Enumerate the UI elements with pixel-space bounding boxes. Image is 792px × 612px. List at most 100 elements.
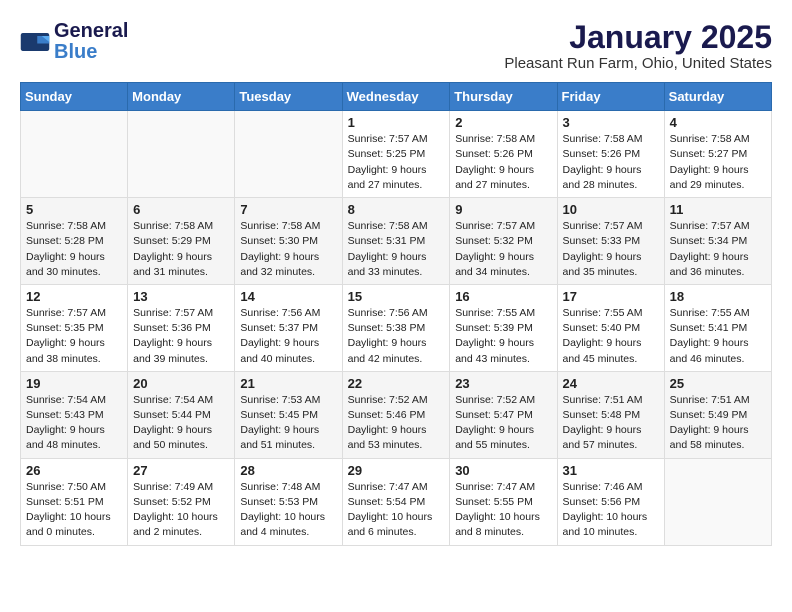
calendar-cell: 20 Sunrise: 7:54 AM Sunset: 5:44 PM Dayli… [128, 371, 235, 458]
week-row-0: 1 Sunrise: 7:57 AM Sunset: 5:25 PM Daylig… [21, 111, 772, 198]
column-header-saturday: Saturday [664, 83, 771, 111]
day-number: 20 [133, 376, 229, 391]
day-number: 1 [348, 115, 445, 130]
week-row-2: 12 Sunrise: 7:57 AM Sunset: 5:35 PM Dayli… [21, 284, 772, 371]
day-info: Sunrise: 7:56 AM Sunset: 5:38 PM Dayligh… [348, 306, 445, 367]
calendar-cell: 30 Sunrise: 7:47 AM Sunset: 5:55 PM Dayli… [450, 458, 557, 545]
day-number: 12 [26, 289, 122, 304]
week-row-1: 5Sunrise: 7:58 AM Sunset: 5:28 PM Daylig… [21, 198, 772, 285]
column-header-tuesday: Tuesday [235, 83, 342, 111]
day-number: 22 [348, 376, 445, 391]
calendar-cell: 25 Sunrise: 7:51 AM Sunset: 5:49 PM Dayli… [664, 371, 771, 458]
calendar-cell: 10 Sunrise: 7:57 AM Sunset: 5:33 PM Dayli… [557, 198, 664, 285]
calendar-cell: 7 Sunrise: 7:58 AM Sunset: 5:30 PM Daylig… [235, 198, 342, 285]
calendar-cell: 13 Sunrise: 7:57 AM Sunset: 5:36 PM Dayli… [128, 284, 235, 371]
day-info: Sunrise: 7:58 AM Sunset: 5:27 PM Dayligh… [670, 132, 766, 193]
day-number: 26 [26, 463, 122, 478]
day-number: 15 [348, 289, 445, 304]
week-row-3: 19 Sunrise: 7:54 AM Sunset: 5:43 PM Dayli… [21, 371, 772, 458]
calendar-cell: 16Sunrise: 7:55 AM Sunset: 5:39 PM Dayli… [450, 284, 557, 371]
calendar-cell: 4 Sunrise: 7:58 AM Sunset: 5:27 PM Daylig… [664, 111, 771, 198]
day-number: 25 [670, 376, 766, 391]
day-number: 19 [26, 376, 122, 391]
day-info: Sunrise: 7:58 AM Sunset: 5:30 PM Dayligh… [240, 219, 336, 280]
day-info: Sunrise: 7:47 AM Sunset: 5:54 PM Dayligh… [348, 480, 445, 541]
day-info: Sunrise: 7:57 AM Sunset: 5:32 PM Dayligh… [455, 219, 551, 280]
calendar-cell: 15 Sunrise: 7:56 AM Sunset: 5:38 PM Dayli… [342, 284, 450, 371]
calendar-cell [664, 458, 771, 545]
day-number: 8 [348, 202, 445, 217]
logo: General Blue [20, 20, 128, 62]
day-info: Sunrise: 7:51 AM Sunset: 5:48 PM Dayligh… [563, 393, 659, 454]
day-info: Sunrise: 7:57 AM Sunset: 5:35 PM Dayligh… [26, 306, 122, 367]
day-info: Sunrise: 7:54 AM Sunset: 5:44 PM Dayligh… [133, 393, 229, 454]
calendar-header: SundayMondayTuesdayWednesdayThursdayFrid… [21, 83, 772, 111]
day-info: Sunrise: 7:58 AM Sunset: 5:29 PM Dayligh… [133, 219, 229, 280]
calendar-cell: 28Sunrise: 7:48 AM Sunset: 5:53 PM Dayli… [235, 458, 342, 545]
logo-icon [20, 33, 50, 51]
calendar-cell: 18Sunrise: 7:55 AM Sunset: 5:41 PM Dayli… [664, 284, 771, 371]
day-info: Sunrise: 7:55 AM Sunset: 5:40 PM Dayligh… [563, 306, 659, 367]
day-number: 2 [455, 115, 551, 130]
day-info: Sunrise: 7:47 AM Sunset: 5:55 PM Dayligh… [455, 480, 551, 541]
day-info: Sunrise: 7:57 AM Sunset: 5:36 PM Dayligh… [133, 306, 229, 367]
column-header-monday: Monday [128, 83, 235, 111]
column-header-friday: Friday [557, 83, 664, 111]
calendar-cell: 5Sunrise: 7:58 AM Sunset: 5:28 PM Daylig… [21, 198, 128, 285]
day-number: 13 [133, 289, 229, 304]
calendar-cell: 22 Sunrise: 7:52 AM Sunset: 5:46 PM Dayli… [342, 371, 450, 458]
page-header: General Blue January 2025 Pleasant Run F… [20, 20, 772, 72]
calendar-table: SundayMondayTuesdayWednesdayThursdayFrid… [20, 82, 772, 545]
column-header-wednesday: Wednesday [342, 83, 450, 111]
day-number: 29 [348, 463, 445, 478]
calendar-cell: 23Sunrise: 7:52 AM Sunset: 5:47 PM Dayli… [450, 371, 557, 458]
day-info: Sunrise: 7:52 AM Sunset: 5:47 PM Dayligh… [455, 393, 551, 454]
calendar-cell: 12 Sunrise: 7:57 AM Sunset: 5:35 PM Dayli… [21, 284, 128, 371]
day-info: Sunrise: 7:46 AM Sunset: 5:56 PM Dayligh… [563, 480, 659, 541]
day-number: 21 [240, 376, 336, 391]
calendar-cell: 19 Sunrise: 7:54 AM Sunset: 5:43 PM Dayli… [21, 371, 128, 458]
column-header-thursday: Thursday [450, 83, 557, 111]
location: Pleasant Run Farm, Ohio, United States [504, 55, 772, 72]
calendar-cell: 31 Sunrise: 7:46 AM Sunset: 5:56 PM Dayli… [557, 458, 664, 545]
day-info: Sunrise: 7:55 AM Sunset: 5:39 PM Dayligh… [455, 306, 551, 367]
day-number: 5 [26, 202, 122, 217]
day-number: 31 [563, 463, 659, 478]
day-number: 3 [563, 115, 659, 130]
calendar-cell: 11Sunrise: 7:57 AM Sunset: 5:34 PM Dayli… [664, 198, 771, 285]
calendar-cell: 3 Sunrise: 7:58 AM Sunset: 5:26 PM Daylig… [557, 111, 664, 198]
header-row: SundayMondayTuesdayWednesdayThursdayFrid… [21, 83, 772, 111]
calendar-cell: 21 Sunrise: 7:53 AM Sunset: 5:45 PM Dayli… [235, 371, 342, 458]
calendar-cell: 8Sunrise: 7:58 AM Sunset: 5:31 PM Daylig… [342, 198, 450, 285]
day-info: Sunrise: 7:51 AM Sunset: 5:49 PM Dayligh… [670, 393, 766, 454]
week-row-4: 26 Sunrise: 7:50 AM Sunset: 5:51 PM Dayli… [21, 458, 772, 545]
day-info: Sunrise: 7:57 AM Sunset: 5:25 PM Dayligh… [348, 132, 445, 193]
day-number: 4 [670, 115, 766, 130]
calendar-cell: 1 Sunrise: 7:57 AM Sunset: 5:25 PM Daylig… [342, 111, 450, 198]
day-info: Sunrise: 7:58 AM Sunset: 5:26 PM Dayligh… [455, 132, 551, 193]
calendar-cell: 24Sunrise: 7:51 AM Sunset: 5:48 PM Dayli… [557, 371, 664, 458]
calendar-cell: 14Sunrise: 7:56 AM Sunset: 5:37 PM Dayli… [235, 284, 342, 371]
calendar-cell: 26 Sunrise: 7:50 AM Sunset: 5:51 PM Dayli… [21, 458, 128, 545]
day-info: Sunrise: 7:57 AM Sunset: 5:33 PM Dayligh… [563, 219, 659, 280]
calendar-cell: 6Sunrise: 7:58 AM Sunset: 5:29 PM Daylig… [128, 198, 235, 285]
day-info: Sunrise: 7:49 AM Sunset: 5:52 PM Dayligh… [133, 480, 229, 541]
day-info: Sunrise: 7:56 AM Sunset: 5:37 PM Dayligh… [240, 306, 336, 367]
day-info: Sunrise: 7:54 AM Sunset: 5:43 PM Dayligh… [26, 393, 122, 454]
calendar-cell [21, 111, 128, 198]
calendar-cell [128, 111, 235, 198]
day-info: Sunrise: 7:52 AM Sunset: 5:46 PM Dayligh… [348, 393, 445, 454]
day-number: 9 [455, 202, 551, 217]
day-info: Sunrise: 7:55 AM Sunset: 5:41 PM Dayligh… [670, 306, 766, 367]
calendar-cell: 9 Sunrise: 7:57 AM Sunset: 5:32 PM Daylig… [450, 198, 557, 285]
calendar-cell [235, 111, 342, 198]
day-number: 28 [240, 463, 336, 478]
calendar-cell: 27Sunrise: 7:49 AM Sunset: 5:52 PM Dayli… [128, 458, 235, 545]
day-info: Sunrise: 7:58 AM Sunset: 5:26 PM Dayligh… [563, 132, 659, 193]
day-number: 7 [240, 202, 336, 217]
day-number: 10 [563, 202, 659, 217]
day-number: 30 [455, 463, 551, 478]
day-info: Sunrise: 7:50 AM Sunset: 5:51 PM Dayligh… [26, 480, 122, 541]
calendar-body: 1 Sunrise: 7:57 AM Sunset: 5:25 PM Daylig… [21, 111, 772, 545]
day-info: Sunrise: 7:53 AM Sunset: 5:45 PM Dayligh… [240, 393, 336, 454]
